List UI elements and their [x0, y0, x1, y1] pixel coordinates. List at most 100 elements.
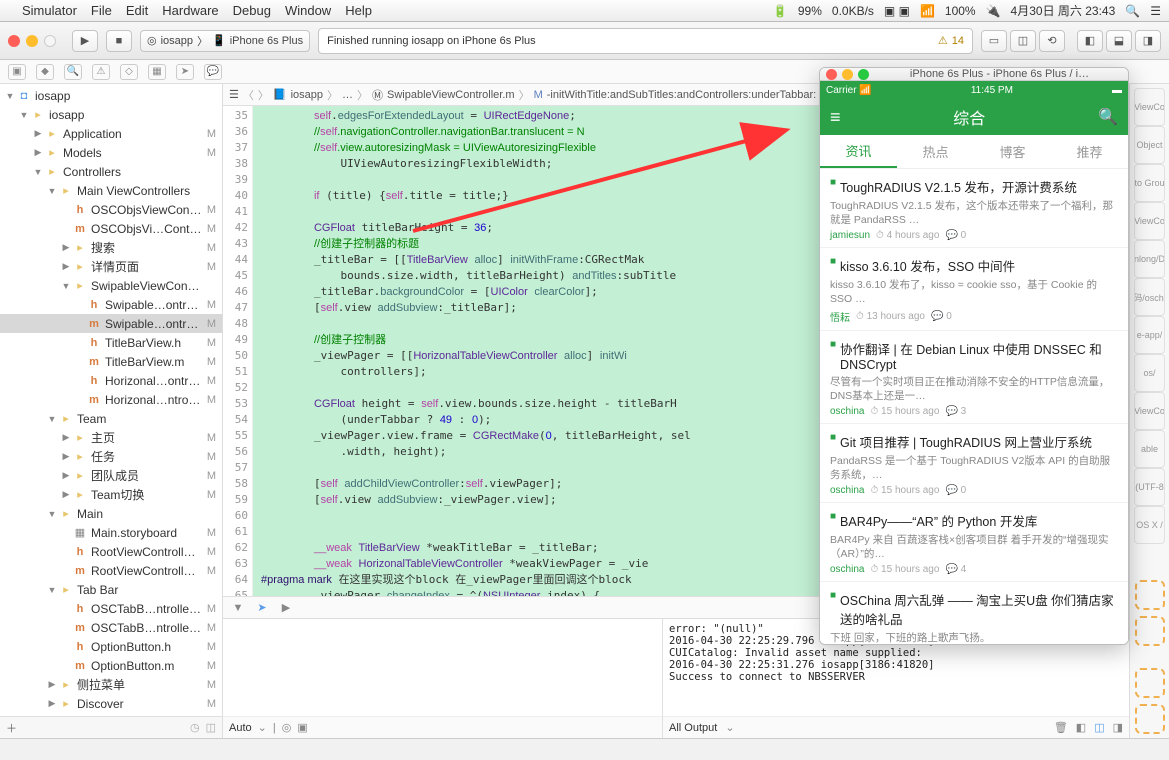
find-nav-icon[interactable]: 🔍	[64, 64, 82, 80]
tree-row[interactable]: mRootViewController.mM	[0, 561, 222, 580]
tree-row[interactable]: ▼◘iosapp	[0, 86, 222, 105]
feed-item[interactable]: ■ToughRADIUS V2.1.5 发布，开源计费系统ToughRADIUS…	[820, 169, 1128, 248]
feed-list[interactable]: ■ToughRADIUS V2.1.5 发布，开源计费系统ToughRADIUS…	[820, 169, 1128, 645]
tree-row[interactable]: hOSCObjsViewController.hM	[0, 200, 222, 219]
inspector-field[interactable]: (UTF-8	[1134, 468, 1165, 506]
sim-zoom-icon[interactable]	[858, 69, 869, 80]
tree-row[interactable]: ▶▸详情页面M	[0, 257, 222, 276]
tree-row[interactable]: hHorizonal…ontroller.hM	[0, 371, 222, 390]
seg-news[interactable]: 资讯	[820, 135, 897, 168]
jump-dots[interactable]: …	[340, 89, 355, 101]
feed-item[interactable]: ■协作翻译 | 在 Debian Linux 中使用 DNSSEC 和 DNSC…	[820, 331, 1128, 424]
test-nav-icon[interactable]: ◇	[120, 64, 138, 80]
inspector-field[interactable]: nlong/D	[1134, 240, 1165, 278]
tree-row[interactable]: ▶▸ApplicationM	[0, 124, 222, 143]
seg-hot[interactable]: 热点	[897, 135, 974, 168]
issue-nav-icon[interactable]: ⚠	[92, 64, 110, 80]
seg-rec[interactable]: 推荐	[1051, 135, 1128, 168]
related-icon[interactable]: ☰	[227, 88, 241, 101]
feed-item[interactable]: ■OSChina 周六乱弹 —— 淘宝上买U盘 你们猜店家送的啥礼品下班 回家，…	[820, 582, 1128, 645]
inspector-field[interactable]: ViewCo	[1134, 392, 1165, 430]
inspector-field[interactable]: OS X /	[1134, 506, 1165, 544]
tree-row[interactable]: mOSCTabB…ntroller.mM	[0, 618, 222, 637]
tree-row[interactable]: mOSCObjsVi…Controller.mM	[0, 219, 222, 238]
feed-item[interactable]: ■Git 项目推荐 | ToughRADIUS 网上营业厅系统PandaRSS …	[820, 424, 1128, 503]
feed-item[interactable]: ■BAR4Py——“AR” 的 Python 开发库BAR4Py 来自 百蔬逐客…	[820, 503, 1128, 582]
menubar-list-icon[interactable]: ☰	[1150, 4, 1161, 18]
inspector-field[interactable]: Object	[1134, 126, 1165, 164]
menu-hardware[interactable]: Hardware	[162, 3, 218, 18]
tree-row[interactable]: mTitleBarView.mM	[0, 352, 222, 371]
hamburger-icon[interactable]: ≡	[830, 107, 841, 128]
debug-nav-icon[interactable]: ▦	[148, 64, 166, 80]
window-zoom-icon[interactable]	[44, 35, 56, 47]
sim-close-icon[interactable]	[826, 69, 837, 80]
tree-row[interactable]: hTitleBarView.hM	[0, 333, 222, 352]
jump-file[interactable]: SwipableViewController.m	[385, 89, 517, 101]
object-placeholder-icon[interactable]	[1135, 580, 1165, 610]
menu-window[interactable]: Window	[285, 3, 331, 18]
toggle-util-button[interactable]: ◨	[1135, 30, 1161, 52]
warn-count[interactable]: 14	[952, 35, 964, 47]
console-filter[interactable]: All Output	[669, 722, 717, 734]
tree-row[interactable]: ▼▸SwipableViewController	[0, 276, 222, 295]
breakpoint-nav-icon[interactable]: ➤	[176, 64, 194, 80]
quicklook-icon[interactable]: ◎	[282, 721, 292, 734]
inspector-field[interactable]: os/	[1134, 354, 1165, 392]
tree-row[interactable]: ▼▸iosapp	[0, 105, 222, 124]
inspector-field[interactable]: to Grou	[1134, 164, 1165, 202]
print-icon[interactable]: ▣	[297, 721, 307, 734]
tree-row[interactable]: ▼▸Tab Bar	[0, 580, 222, 599]
recent-icon[interactable]: ◷	[190, 721, 200, 734]
add-icon[interactable]: ＋	[6, 720, 17, 736]
split-both-icon[interactable]: ◫	[1094, 721, 1104, 734]
menu-app[interactable]: Simulator	[22, 3, 77, 18]
tree-row[interactable]: ▶▸团队成员M	[0, 466, 222, 485]
window-minimize-icon[interactable]	[26, 35, 38, 47]
tree-row[interactable]: ▼▸Team	[0, 409, 222, 428]
report-nav-icon[interactable]: 💬	[204, 64, 222, 80]
tree-row[interactable]: ▶▸任务M	[0, 447, 222, 466]
breakpoints-icon[interactable]: ➤	[253, 600, 271, 616]
object-placeholder-icon[interactable]	[1135, 704, 1165, 734]
inspector-field[interactable]: e-app/	[1134, 316, 1165, 354]
tree-row[interactable]: mHorizonal…ntroller.mM	[0, 390, 222, 409]
menu-help[interactable]: Help	[345, 3, 372, 18]
object-placeholder-icon[interactable]	[1135, 616, 1165, 646]
feed-item[interactable]: ■kisso 3.6.10 发布，SSO 中间件kisso 3.6.10 发布了…	[820, 248, 1128, 331]
tree-row[interactable]: mOptionButton.mM	[0, 656, 222, 675]
tree-row[interactable]: ▼▸Controllers	[0, 162, 222, 181]
split-left-icon[interactable]: ◧	[1076, 721, 1086, 734]
continue-icon[interactable]: ▶	[277, 600, 295, 616]
search-icon[interactable]: 🔍	[1098, 107, 1118, 127]
stop-button[interactable]: ■	[106, 30, 132, 52]
hide-debug-icon[interactable]: ▼	[229, 600, 247, 616]
symbol-nav-icon[interactable]: ◆	[36, 64, 54, 80]
jump-method[interactable]: -initWithTitle:andSubTitles:andControlle…	[545, 89, 818, 101]
trash-icon[interactable]: 🗑	[1054, 721, 1068, 734]
inspector-field[interactable]: 码/oschi	[1134, 278, 1165, 316]
tree-row[interactable]: hRootViewController.hM	[0, 542, 222, 561]
project-nav-icon[interactable]: ▣	[8, 64, 26, 80]
standard-editor-button[interactable]: ▭	[981, 30, 1007, 52]
tree-row[interactable]: ▼▸Main ViewControllers	[0, 181, 222, 200]
inspector-field[interactable]: ViewCo	[1134, 202, 1165, 240]
menu-file[interactable]: File	[91, 3, 112, 18]
assistant-editor-button[interactable]: ◫	[1010, 30, 1036, 52]
file-tree[interactable]: ▼◘iosapp▼▸iosapp▶▸ApplicationM▶▸ModelsM▼…	[0, 84, 222, 716]
menu-debug[interactable]: Debug	[233, 3, 271, 18]
version-editor-button[interactable]: ⟲	[1039, 30, 1065, 52]
sim-minimize-icon[interactable]	[842, 69, 853, 80]
object-placeholder-icon[interactable]	[1135, 668, 1165, 698]
inspector-field[interactable]: able	[1134, 430, 1165, 468]
tree-row[interactable]: hOptionButton.hM	[0, 637, 222, 656]
tree-row[interactable]: hSwipable…ontroller.hM	[0, 295, 222, 314]
tree-row[interactable]: ▶▸Team切换M	[0, 485, 222, 504]
tree-row[interactable]: ▶▸ModelsM	[0, 143, 222, 162]
tree-row[interactable]: hOSCTabB…ntroller.hM	[0, 599, 222, 618]
run-button[interactable]: ▶	[72, 30, 98, 52]
tree-row[interactable]: ▼▸Main	[0, 504, 222, 523]
window-close-icon[interactable]	[8, 35, 20, 47]
seg-blog[interactable]: 博客	[974, 135, 1051, 168]
tree-row[interactable]: ▶▸搜索M	[0, 238, 222, 257]
